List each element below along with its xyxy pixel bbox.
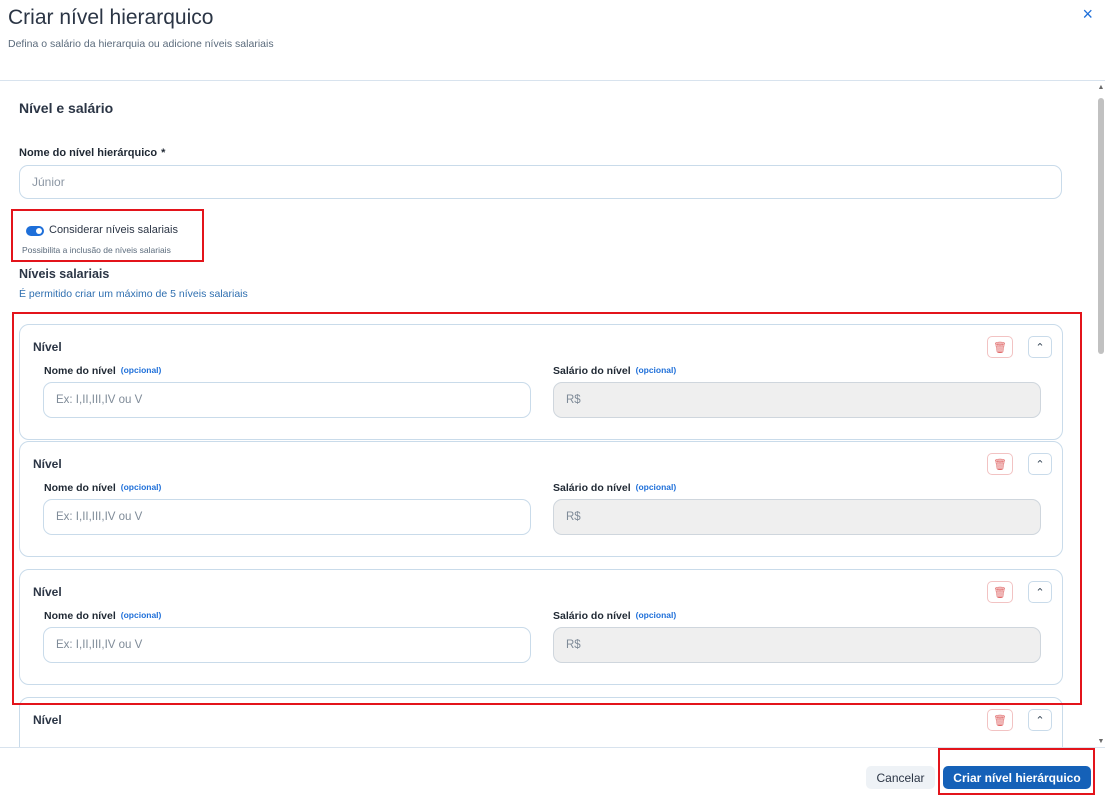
footer-divider	[0, 747, 1105, 748]
level-salary-label: Salário do nível (opcional)	[553, 365, 676, 377]
toggle-label: Considerar níveis salariais	[49, 224, 178, 236]
optional-tag: (opcional)	[120, 365, 162, 375]
level-salary-input[interactable]: R$	[553, 627, 1041, 663]
dialog-body: Nível e salário Nome do nível hierárquic…	[0, 81, 1095, 747]
level-name-label-text: Nome do nível	[44, 482, 116, 494]
level-name-input[interactable]: Ex: I,II,III,IV ou V	[43, 499, 531, 535]
section-title: Nível e salário	[19, 100, 114, 116]
optional-tag: (opcional)	[120, 610, 162, 620]
salary-level-card: Nível 🗑 ⌃ Nome do nível (opcional) Salári…	[19, 441, 1063, 557]
optional-tag: (opcional)	[120, 482, 162, 492]
optional-tag: (opcional)	[635, 365, 677, 375]
create-level-button[interactable]: Criar nível hierárquico	[943, 766, 1091, 789]
close-icon[interactable]: ×	[1082, 4, 1093, 25]
dialog-title: Criar nível hierarquico	[8, 6, 214, 29]
level-card-title: Nível	[33, 585, 62, 599]
level-name-label-text: Nome do nível	[44, 365, 116, 377]
level-name-input[interactable]: Ex: I,II,III,IV ou V	[43, 382, 531, 418]
level-name-label: Nome do nível (opcional)	[44, 365, 161, 377]
chevron-up-icon[interactable]: ⌃	[1028, 336, 1052, 358]
level-name-input[interactable]: Júnior	[19, 165, 1062, 199]
level-salary-label: Salário do nível (opcional)	[553, 610, 676, 622]
name-field-label-text: Nome do nível hierárquico	[19, 147, 158, 159]
toggle-highlight: Considerar níveis salariais Possibilita …	[11, 209, 204, 262]
salary-levels-title: Níveis salariais	[19, 267, 110, 281]
salary-level-card: Nível 🗑 ⌃ Nome do nível (opcional) Salári…	[19, 324, 1063, 440]
level-card-title: Nível	[33, 340, 62, 354]
level-salary-label: Salário do nível (opcional)	[553, 482, 676, 494]
trash-icon[interactable]: 🗑	[987, 581, 1013, 603]
cancel-button[interactable]: Cancelar	[866, 766, 935, 789]
dialog-subtitle: Defina o salário da hierarquia ou adicio…	[8, 38, 274, 50]
required-mark: *	[161, 147, 166, 159]
level-name-label-text: Nome do nível	[44, 610, 116, 622]
scroll-up-icon[interactable]: ▲	[1097, 84, 1105, 92]
chevron-up-icon[interactable]: ⌃	[1028, 453, 1052, 475]
toggle-knob	[36, 228, 42, 234]
optional-tag: (opcional)	[635, 610, 677, 620]
level-name-input[interactable]: Ex: I,II,III,IV ou V	[43, 627, 531, 663]
salary-levels-toggle[interactable]	[26, 226, 44, 236]
trash-icon[interactable]: 🗑	[987, 336, 1013, 358]
trash-icon[interactable]: 🗑	[987, 709, 1013, 731]
salary-level-card: Nível 🗑 ⌃	[19, 697, 1063, 747]
level-salary-input[interactable]: R$	[553, 499, 1041, 535]
level-salary-label-text: Salário do nível	[553, 482, 631, 494]
chevron-up-icon[interactable]: ⌃	[1028, 581, 1052, 603]
level-salary-label-text: Salário do nível	[553, 365, 631, 377]
trash-icon[interactable]: 🗑	[987, 453, 1013, 475]
scroll-down-icon[interactable]: ▼	[1097, 738, 1105, 746]
level-name-label: Nome do nível (opcional)	[44, 610, 161, 622]
level-salary-label-text: Salário do nível	[553, 610, 631, 622]
chevron-up-icon[interactable]: ⌃	[1028, 709, 1052, 731]
level-card-title: Nível	[33, 713, 62, 727]
name-field-label: Nome do nível hierárquico *	[19, 147, 165, 159]
optional-tag: (opcional)	[635, 482, 677, 492]
scrollbar-thumb[interactable]	[1098, 98, 1104, 354]
level-card-title: Nível	[33, 457, 62, 471]
level-name-label: Nome do nível (opcional)	[44, 482, 161, 494]
salary-level-card: Nível 🗑 ⌃ Nome do nível (opcional) Salári…	[19, 569, 1063, 685]
level-salary-input[interactable]: R$	[553, 382, 1041, 418]
scrollbar[interactable]: ▲ ▼	[1097, 84, 1105, 746]
salary-levels-help: É permitido criar um máximo de 5 níveis …	[19, 288, 248, 300]
toggle-help: Possibilita a inclusão de níveis salaria…	[22, 245, 171, 255]
